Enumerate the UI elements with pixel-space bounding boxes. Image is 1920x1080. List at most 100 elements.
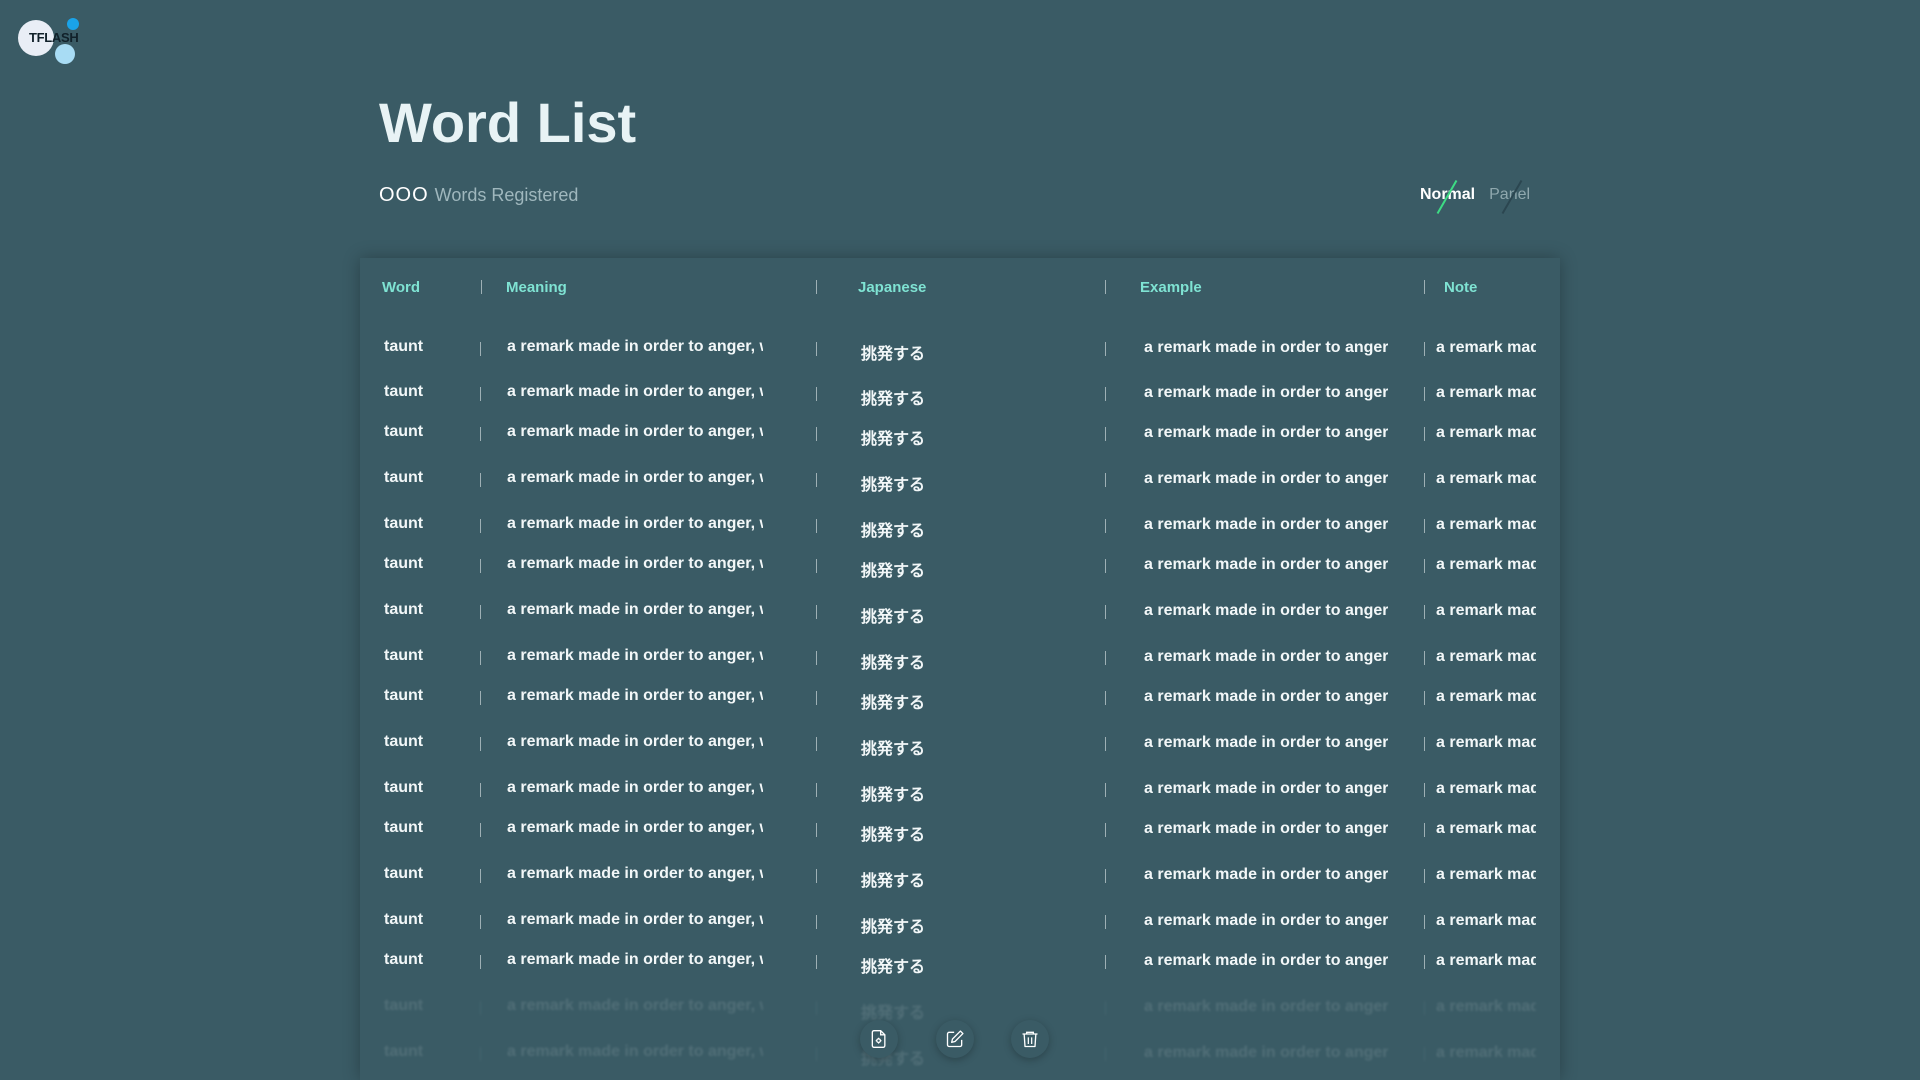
example-cell: a remark made in order to anger, worry o… [1144, 602, 1388, 619]
japanese-cell: 挑発する [861, 827, 926, 844]
meaning-cell: a remark made in order to anger, worry o… [507, 865, 763, 882]
delete-button[interactable] [1011, 1020, 1049, 1058]
table-row[interactable]: taunt a remark made in order to anger, wo… [360, 733, 1560, 763]
action-bar [860, 1020, 1060, 1060]
table-row[interactable]: taunt a remark made in order to anger, wo… [360, 865, 1560, 895]
meaning-cell: a remark made in order to anger, worry o… [507, 555, 763, 572]
column-divider [816, 342, 817, 356]
note-cell: a remark made in order to anger, worry o… [1436, 516, 1536, 533]
note-cell: a remark made in order to anger, worry o… [1436, 780, 1536, 797]
column-divider [816, 955, 817, 969]
column-divider [1424, 559, 1425, 573]
column-divider [816, 559, 817, 573]
app-logo[interactable]: TFLASH [18, 18, 88, 66]
word-count-value: OOO [379, 184, 429, 206]
view-mode-toggle: Normal Panel [1420, 180, 1530, 214]
column-divider [1424, 1001, 1425, 1015]
word-cell: taunt [384, 779, 424, 796]
meaning-cell: a remark made in order to anger, worry o… [507, 1043, 763, 1060]
table-row[interactable]: taunt a remark made in order to anger, wo… [360, 469, 1560, 499]
example-cell: a remark made in order to anger, worry o… [1144, 734, 1388, 751]
japanese-cell: 挑発する [861, 787, 926, 804]
table-row[interactable]: taunt a remark made in order to anger, wo… [360, 779, 1560, 809]
meaning-cell: a remark made in order to anger, worry o… [507, 515, 763, 532]
example-cell: a remark made in order to anger, worry o… [1144, 384, 1388, 401]
table-row[interactable]: taunt a remark made in order to anger, wo… [360, 819, 1560, 849]
column-divider [1105, 651, 1106, 665]
meaning-cell: a remark made in order to anger, worry o… [507, 687, 763, 704]
trash-icon [1022, 1031, 1038, 1048]
column-divider [1424, 691, 1425, 705]
column-divider [1424, 737, 1425, 751]
word-cell: taunt [384, 423, 424, 440]
column-divider [480, 915, 481, 929]
column-divider [816, 427, 817, 441]
word-cell: taunt [384, 865, 424, 882]
column-divider [1105, 869, 1106, 883]
note-cell: a remark made in order to anger, worry o… [1436, 470, 1536, 487]
note-cell: a remark made in order to anger, worry o… [1436, 424, 1536, 441]
example-cell: a remark made in order to anger, worry o… [1144, 780, 1388, 797]
meaning-cell: a remark made in order to anger, worry o… [507, 997, 763, 1014]
column-divider [480, 869, 481, 883]
table-row[interactable]: taunt a remark made in order to anger, wo… [360, 383, 1560, 413]
table-row[interactable]: taunt a remark made in order to anger, wo… [360, 423, 1560, 453]
word-cell: taunt [384, 951, 424, 968]
table-row[interactable]: taunt a remark made in order to anger, wo… [360, 515, 1560, 545]
column-divider [480, 605, 481, 619]
japanese-cell: 挑発する [861, 431, 926, 448]
column-divider [480, 559, 481, 573]
table-row[interactable]: taunt a remark made in order to anger, wo… [360, 687, 1560, 717]
note-cell: a remark made in order to anger, worry o… [1436, 384, 1536, 401]
view-panel-option[interactable]: Panel [1489, 180, 1530, 214]
word-cell: taunt [384, 819, 424, 836]
meaning-cell: a remark made in order to anger, worry o… [507, 469, 763, 486]
example-cell: a remark made in order to anger, worry o… [1144, 912, 1388, 929]
table-row[interactable]: taunt a remark made in order to anger, wo… [360, 951, 1560, 981]
table-body: taunt a remark made in order to anger, wo… [360, 258, 1560, 1080]
example-cell: a remark made in order to anger, worry o… [1144, 648, 1388, 665]
note-cell: a remark made in order to anger, worry o… [1436, 866, 1536, 883]
table-row[interactable]: taunt a remark made in order to anger, wo… [360, 647, 1560, 677]
column-divider [1424, 915, 1425, 929]
column-divider [816, 473, 817, 487]
column-divider [480, 691, 481, 705]
view-normal-option[interactable]: Normal [1420, 180, 1475, 214]
note-cell: a remark made in order to anger, worry o… [1436, 1044, 1536, 1061]
meaning-cell: a remark made in order to anger, worry o… [507, 601, 763, 618]
table-row[interactable]: taunt a remark made in order to anger, wo… [360, 911, 1560, 941]
word-cell: taunt [384, 911, 424, 928]
example-cell: a remark made in order to anger, worry o… [1144, 1044, 1388, 1061]
column-divider [816, 783, 817, 797]
column-divider [1424, 473, 1425, 487]
note-cell: a remark made in order to anger, worry o… [1436, 602, 1536, 619]
table-row[interactable]: taunt a remark made in order to anger, wo… [360, 601, 1560, 631]
note-cell: a remark made in order to anger, worry o… [1436, 952, 1536, 969]
column-divider [480, 387, 481, 401]
table-row[interactable]: taunt a remark made in order to anger, wo… [360, 338, 1560, 368]
column-divider [816, 651, 817, 665]
column-divider [1424, 605, 1425, 619]
column-divider [1105, 823, 1106, 837]
column-divider [480, 342, 481, 356]
column-divider [1105, 915, 1106, 929]
word-count-label: Words Registered [434, 185, 579, 205]
column-divider [1424, 823, 1425, 837]
note-cell: a remark made in order to anger, worry o… [1436, 648, 1536, 665]
table-row[interactable]: taunt a remark made in order to anger, wo… [360, 555, 1560, 585]
new-word-button[interactable] [860, 1020, 898, 1058]
column-divider [816, 737, 817, 751]
example-cell: a remark made in order to anger, worry o… [1144, 688, 1388, 705]
column-divider [816, 519, 817, 533]
note-cell: a remark made in order to anger, worry o… [1436, 912, 1536, 929]
edit-button[interactable] [936, 1020, 974, 1058]
japanese-cell: 挑発する [861, 609, 926, 626]
japanese-cell: 挑発する [861, 741, 926, 758]
column-divider [1105, 519, 1106, 533]
note-cell: a remark made in order to anger, worry o… [1436, 339, 1536, 356]
meaning-cell: a remark made in order to anger, worry o… [507, 647, 763, 664]
example-cell: a remark made in order to anger, worry o… [1144, 998, 1388, 1015]
example-cell: a remark made in order to anger, worry o… [1144, 866, 1388, 883]
column-divider [480, 427, 481, 441]
meaning-cell: a remark made in order to anger, worry o… [507, 779, 763, 796]
